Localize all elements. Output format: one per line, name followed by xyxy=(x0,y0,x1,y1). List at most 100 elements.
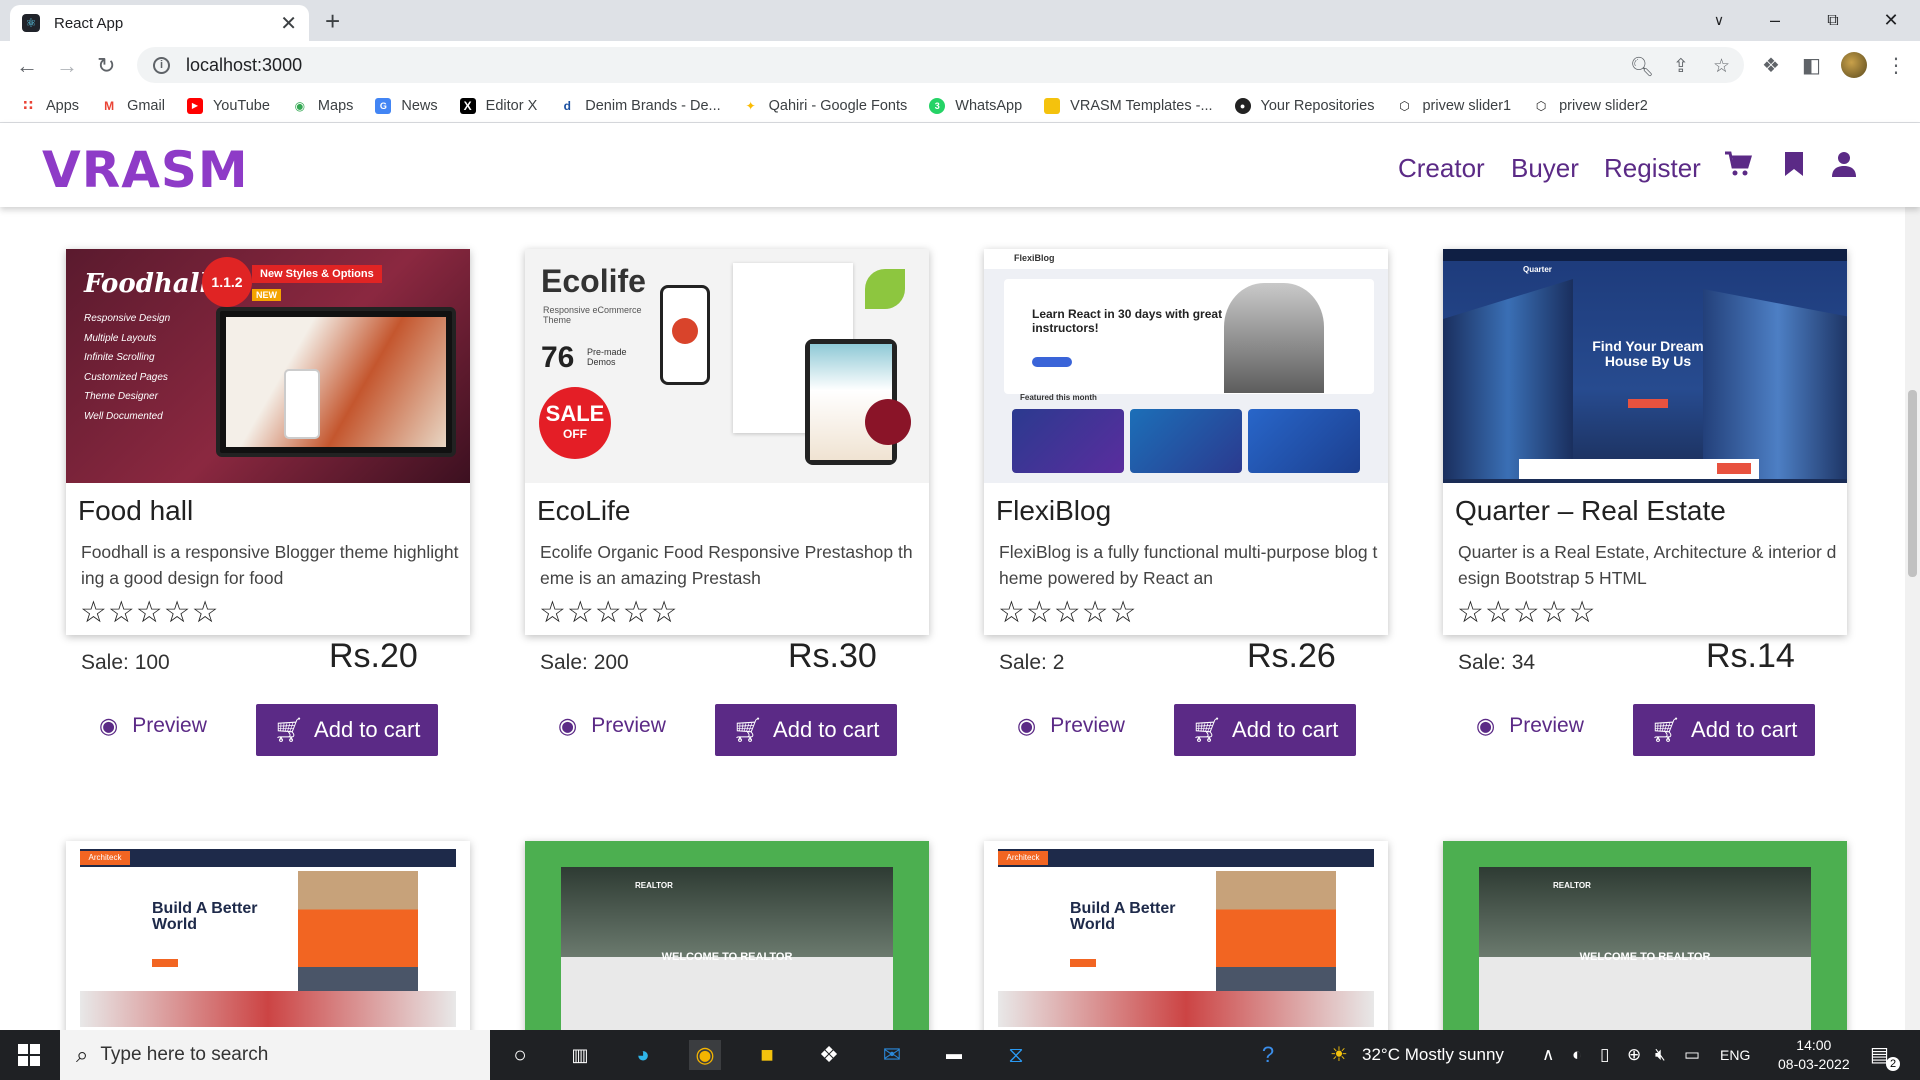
minimize-button[interactable]: – xyxy=(1746,0,1804,41)
add-to-cart-button[interactable]: 🛒︎ Add to cart xyxy=(715,704,897,756)
bookmark-whatsapp[interactable]: 3 WhatsApp xyxy=(929,97,1022,114)
language-indicator[interactable]: ENG xyxy=(1720,1047,1750,1063)
product-thumbnail[interactable]: REALTOR WELCOME TO REALTOR xyxy=(1443,841,1847,1030)
tray-app-icon[interactable]: ◐ xyxy=(1572,1045,1582,1065)
cortana-icon[interactable]: ○ xyxy=(504,1040,536,1070)
bookmark-label: YouTube xyxy=(212,97,270,114)
product-thumbnail[interactable]: Foodhall 1.1.2 New Styles & Options NEW … xyxy=(66,249,470,483)
reload-icon[interactable]: ↻ xyxy=(97,53,115,79)
thumb-brand: REALTOR xyxy=(635,881,673,890)
product-grid: Foodhall 1.1.2 New Styles & Options NEW … xyxy=(0,207,1905,1030)
terminal-icon[interactable]: ▬ xyxy=(938,1040,970,1070)
bookmarks-bar: ∷ Apps M Gmail ▶ YouTube ◉ Maps G News X Edito… xyxy=(0,89,1920,123)
user-icon[interactable] xyxy=(1832,151,1856,184)
product-thumbnail[interactable]: Architeck Build A Better World xyxy=(66,841,470,1030)
bookmark-vrasm-templates[interactable]: ■ VRASM Templates -... xyxy=(1044,97,1213,114)
product-thumbnail[interactable]: REALTOR WELCOME TO REALTOR xyxy=(525,841,929,1030)
product-thumbnail[interactable]: Quarter Find Your Dream House By Us xyxy=(1443,249,1847,483)
network-icon[interactable]: ⊕ xyxy=(1627,1045,1641,1065)
bookmark-slider1[interactable]: ⬡ privew slider1 xyxy=(1396,98,1511,114)
vscode-icon[interactable]: ⧖ xyxy=(1000,1040,1032,1070)
scrollbar-thumb[interactable] xyxy=(1908,390,1917,577)
bookmark-icon[interactable] xyxy=(1784,151,1804,184)
menu-kebab-icon[interactable]: ⋮ xyxy=(1886,53,1906,78)
preview-button[interactable]: ◉ Preview xyxy=(1476,713,1584,739)
preview-button[interactable]: ◉ Preview xyxy=(99,713,207,739)
thumb-footer-strip xyxy=(80,991,456,1027)
rating-stars[interactable]: ☆☆☆☆☆ xyxy=(1457,595,1596,630)
preview-button[interactable]: ◉ Preview xyxy=(1017,713,1125,739)
product-thumbnail[interactable]: FlexiBlog Learn React in 30 days with gr… xyxy=(984,249,1388,483)
bookmark-apps[interactable]: ∷ Apps xyxy=(20,97,80,114)
volume-muted-icon[interactable]: 🔇︎ xyxy=(1655,1045,1666,1065)
site-info-icon[interactable]: i xyxy=(153,56,170,74)
tab-search-icon[interactable]: ∨ xyxy=(1690,0,1748,41)
bookmark-star-icon[interactable]: ☆ xyxy=(1713,55,1730,78)
add-to-cart-button[interactable]: 🛒︎ Add to cart xyxy=(1633,704,1815,756)
side-panel-icon[interactable]: ◧ xyxy=(1802,53,1821,78)
eye-icon: ◉ xyxy=(558,713,578,738)
site-logo[interactable]: VRASM xyxy=(42,141,249,199)
rating-stars[interactable]: ☆☆☆☆☆ xyxy=(998,595,1137,630)
mail-icon[interactable]: ✉ xyxy=(876,1040,908,1070)
window-close-button[interactable]: ✕ xyxy=(1862,0,1920,41)
dropbox-icon[interactable]: ❖ xyxy=(813,1040,845,1070)
file-explorer-icon[interactable]: ■ xyxy=(751,1040,783,1070)
share-icon[interactable]: ⇪ xyxy=(1673,55,1689,78)
cart-icon[interactable] xyxy=(1724,151,1753,184)
product-title[interactable]: EcoLife xyxy=(537,495,630,527)
tray-chevron-icon[interactable]: ∧ xyxy=(1542,1045,1554,1065)
rating-stars[interactable]: ☆☆☆☆☆ xyxy=(80,595,219,630)
nav-link-register[interactable]: Register xyxy=(1604,153,1701,184)
battery-saver-icon[interactable]: ▯ xyxy=(1600,1045,1609,1065)
address-bar[interactable]: i localhost:3000 xyxy=(137,47,1744,83)
bookmark-github[interactable]: ● Your Repositories xyxy=(1234,97,1374,114)
eye-icon: ◉ xyxy=(99,713,119,738)
bookmark-label: News xyxy=(401,97,438,114)
preview-button[interactable]: ◉ Preview xyxy=(558,713,666,739)
taskbar-search-box[interactable]: ⌕ Type here to search xyxy=(60,1030,490,1080)
task-view-icon[interactable]: ▥ xyxy=(564,1040,596,1070)
add-to-cart-button[interactable]: 🛒︎ Add to cart xyxy=(1174,704,1356,756)
nav-link-creator[interactable]: Creator xyxy=(1398,153,1485,184)
thumb-brand: Architeck xyxy=(998,851,1048,865)
nav-link-buyer[interactable]: Buyer xyxy=(1511,153,1579,184)
restore-button[interactable]: ⧉ xyxy=(1804,0,1862,41)
bookmark-news[interactable]: G News xyxy=(375,97,438,114)
page-scrollbar[interactable] xyxy=(1905,207,1920,1030)
zoom-icon[interactable]: 🔍︎ xyxy=(1630,55,1654,79)
windows-start-icon[interactable] xyxy=(18,1044,40,1066)
forward-arrow-icon[interactable]: → xyxy=(56,53,78,79)
search-icon: ⌕ xyxy=(76,1042,89,1067)
tab-close-icon[interactable]: ✕ xyxy=(280,11,297,36)
help-icon[interactable]: ? xyxy=(1252,1040,1284,1070)
bookmark-denim[interactable]: d Denim Brands - De... xyxy=(559,98,721,114)
bookmark-label: Apps xyxy=(46,97,80,114)
edge-icon[interactable]: ◕ xyxy=(627,1040,659,1070)
battery-icon[interactable]: ▭ xyxy=(1684,1045,1700,1065)
product-title[interactable]: Quarter – Real Estate xyxy=(1455,495,1726,527)
add-to-cart-button[interactable]: 🛒︎ Add to cart xyxy=(256,704,438,756)
product-title[interactable]: Food hall xyxy=(78,495,193,527)
product-thumbnail[interactable]: Ecolife Responsive eCommerce Theme 76 Pr… xyxy=(525,249,929,483)
product-thumbnail[interactable]: Architeck Build A Better World xyxy=(984,841,1388,1030)
bookmark-label: Gmail xyxy=(127,97,165,114)
taskbar-clock[interactable]: 14:00 08-03-2022 xyxy=(1778,1036,1850,1074)
new-tab-button[interactable]: + xyxy=(325,6,340,37)
thumb-brand: Architeck xyxy=(80,851,130,865)
bookmark-gmail[interactable]: M Gmail xyxy=(101,98,165,114)
bookmark-slider2[interactable]: ⬡ privew slider2 xyxy=(1533,98,1648,114)
bookmark-editor-x[interactable]: X Editor X xyxy=(459,97,537,114)
profile-avatar[interactable] xyxy=(1841,52,1867,78)
back-arrow-icon[interactable]: ← xyxy=(16,53,38,79)
bookmark-google-fonts[interactable]: ✦ Qahiri - Google Fonts xyxy=(743,98,908,114)
chrome-icon[interactable]: ◉ xyxy=(689,1040,721,1070)
bookmark-maps[interactable]: ◉ Maps xyxy=(292,98,354,114)
browser-tab[interactable]: ⚛ React App ✕ xyxy=(10,5,309,41)
weather-text[interactable]: 32°C Mostly sunny xyxy=(1362,1045,1504,1065)
extensions-icon[interactable]: ❖ xyxy=(1762,53,1780,78)
product-title[interactable]: FlexiBlog xyxy=(996,495,1111,527)
thumb-brand: REALTOR xyxy=(1553,881,1591,890)
rating-stars[interactable]: ☆☆☆☆☆ xyxy=(539,595,678,630)
bookmark-youtube[interactable]: ▶ YouTube xyxy=(186,97,270,114)
